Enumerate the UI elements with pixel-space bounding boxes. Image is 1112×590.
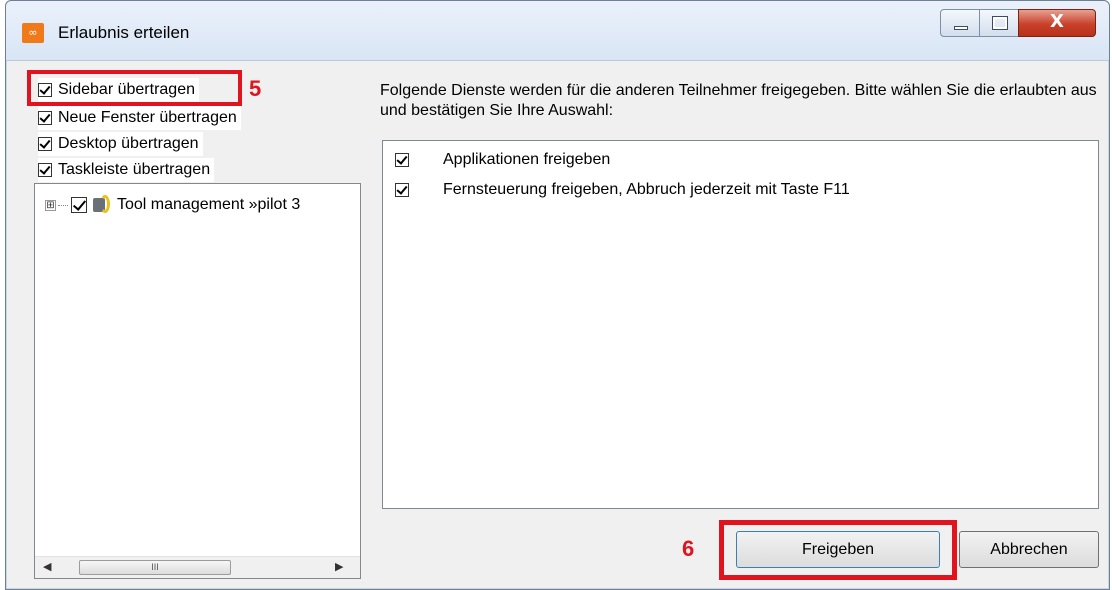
window-title: Erlaubnis erteilen xyxy=(58,23,190,42)
step-marker-5: 5 xyxy=(249,76,262,101)
option-label: Neue Fenster übertragen xyxy=(58,109,237,126)
scroll-left-icon[interactable]: ◀ xyxy=(43,560,51,573)
checkbox[interactable] xyxy=(38,137,52,151)
checkbox[interactable] xyxy=(38,163,52,177)
service-item-remote-control[interactable]: Fernsteuerung freigeben, Abbruch jederze… xyxy=(395,181,850,199)
tree-item-label: Tool management »pilot 3 xyxy=(117,196,301,213)
option-new-windows[interactable]: Neue Fenster übertragen xyxy=(38,106,241,130)
minimize-button[interactable] xyxy=(940,9,980,37)
service-label: Applikationen freigeben xyxy=(443,151,611,168)
app-logo-icon: ∞ xyxy=(22,23,44,43)
maximize-icon xyxy=(992,16,1008,30)
service-label: Fernsteuerung freigeben, Abbruch jederze… xyxy=(443,181,850,198)
minimize-icon xyxy=(954,26,968,30)
scroll-thumb[interactable]: III xyxy=(79,560,231,575)
tree-item-tool-management[interactable]: ⊞ Tool management »pilot 3 xyxy=(45,194,300,216)
tree-connector xyxy=(58,204,68,206)
expand-icon[interactable]: ⊞ xyxy=(45,199,56,211)
tree-view[interactable]: ⊞ Tool management »pilot 3 ◀ III ▶ xyxy=(34,183,361,579)
highlight-box-6 xyxy=(719,520,957,580)
option-label: Desktop übertragen xyxy=(58,135,199,152)
services-list[interactable]: Applikationen freigeben Fernsteuerung fr… xyxy=(382,140,1099,509)
step-marker-6: 6 xyxy=(682,536,695,561)
cancel-button[interactable]: Abbrechen xyxy=(959,531,1099,568)
service-item-applications[interactable]: Applikationen freigeben xyxy=(395,151,610,169)
description-text: Folgende Dienste werden für die anderen … xyxy=(380,82,1097,119)
checkbox[interactable] xyxy=(38,111,52,125)
option-desktop[interactable]: Desktop übertragen xyxy=(38,132,203,156)
tool-management-icon xyxy=(91,194,111,216)
option-label: Taskleiste übertragen xyxy=(58,161,211,178)
scroll-right-icon[interactable]: ▶ xyxy=(335,560,343,573)
close-button[interactable]: X xyxy=(1018,9,1096,37)
close-icon: X xyxy=(1050,11,1064,32)
horizontal-scrollbar[interactable]: ◀ III ▶ xyxy=(35,556,360,578)
highlight-box-5 xyxy=(27,70,242,106)
title-bar[interactable]: ∞ Erlaubnis erteilen X xyxy=(6,1,1109,61)
tree-checkbox[interactable] xyxy=(71,197,87,213)
checkbox[interactable] xyxy=(395,153,409,167)
option-taskbar[interactable]: Taskleiste übertragen xyxy=(38,158,215,182)
maximize-button[interactable] xyxy=(979,9,1019,37)
checkbox[interactable] xyxy=(395,183,409,197)
